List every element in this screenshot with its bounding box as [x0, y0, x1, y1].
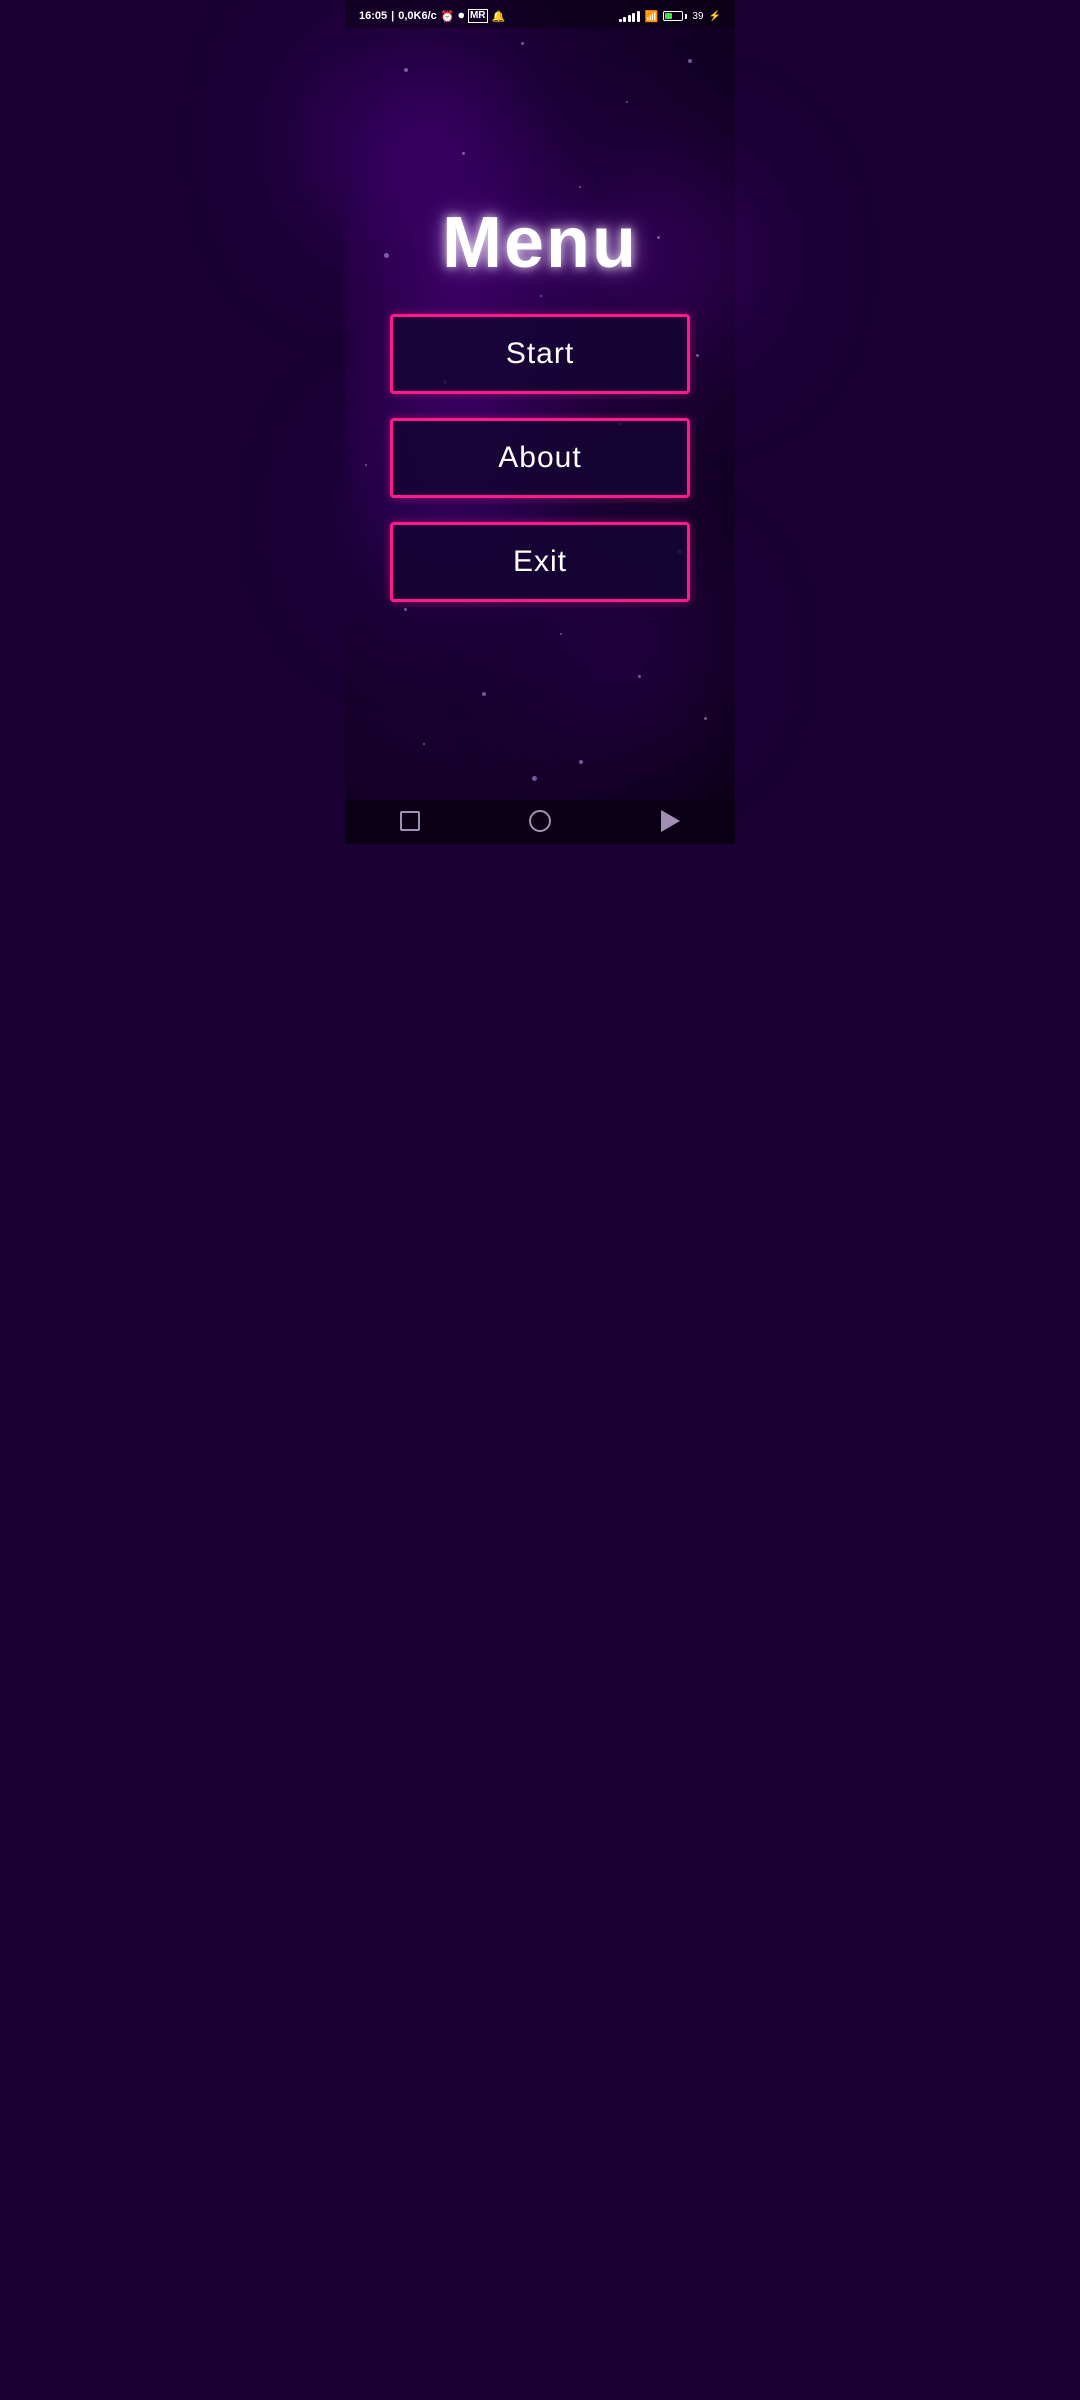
back-icon	[661, 810, 680, 832]
recent-apps-button[interactable]	[380, 803, 440, 839]
main-content: Menu Start About Exit	[345, 28, 735, 800]
battery-fill	[665, 13, 671, 19]
battery-percent: 39	[692, 11, 703, 22]
status-time: 16:05	[359, 10, 387, 22]
status-left: 16:05 | 0,0K6/c ⏰ ⏺ MR 🔔	[359, 9, 505, 23]
wifi-icon: 📶	[645, 10, 659, 23]
home-icon	[529, 810, 551, 832]
start-button[interactable]: Start	[390, 314, 690, 394]
status-divider: |	[391, 10, 394, 22]
signal-bars	[619, 10, 640, 22]
battery-body	[663, 11, 683, 21]
signal-bar-5	[637, 11, 640, 22]
battery-icon	[663, 11, 687, 21]
signal-bar-1	[619, 19, 622, 22]
bell-icon: 🔔	[492, 10, 506, 23]
signal-bar-4	[632, 13, 635, 22]
nav-bar	[345, 800, 735, 844]
signal-bar-3	[628, 15, 631, 22]
about-button[interactable]: About	[390, 418, 690, 498]
recent-apps-icon	[400, 811, 420, 831]
menu-title: Menu	[442, 202, 638, 284]
battery-tip	[685, 14, 687, 19]
exit-button[interactable]: Exit	[390, 522, 690, 602]
status-bar: 16:05 | 0,0K6/c ⏰ ⏺ MR 🔔 📶 39 ⚡	[345, 0, 735, 28]
home-button[interactable]	[510, 803, 570, 839]
media-icon: ⏺	[458, 10, 464, 23]
back-button[interactable]	[640, 803, 700, 839]
signal-bar-2	[623, 17, 626, 22]
charging-icon: ⚡	[709, 11, 721, 22]
status-right: 📶 39 ⚡	[619, 10, 721, 23]
status-data: 0,0K6/c	[398, 10, 437, 22]
mr-icon: MR	[468, 9, 488, 23]
alarm-icon: ⏰	[441, 10, 455, 23]
